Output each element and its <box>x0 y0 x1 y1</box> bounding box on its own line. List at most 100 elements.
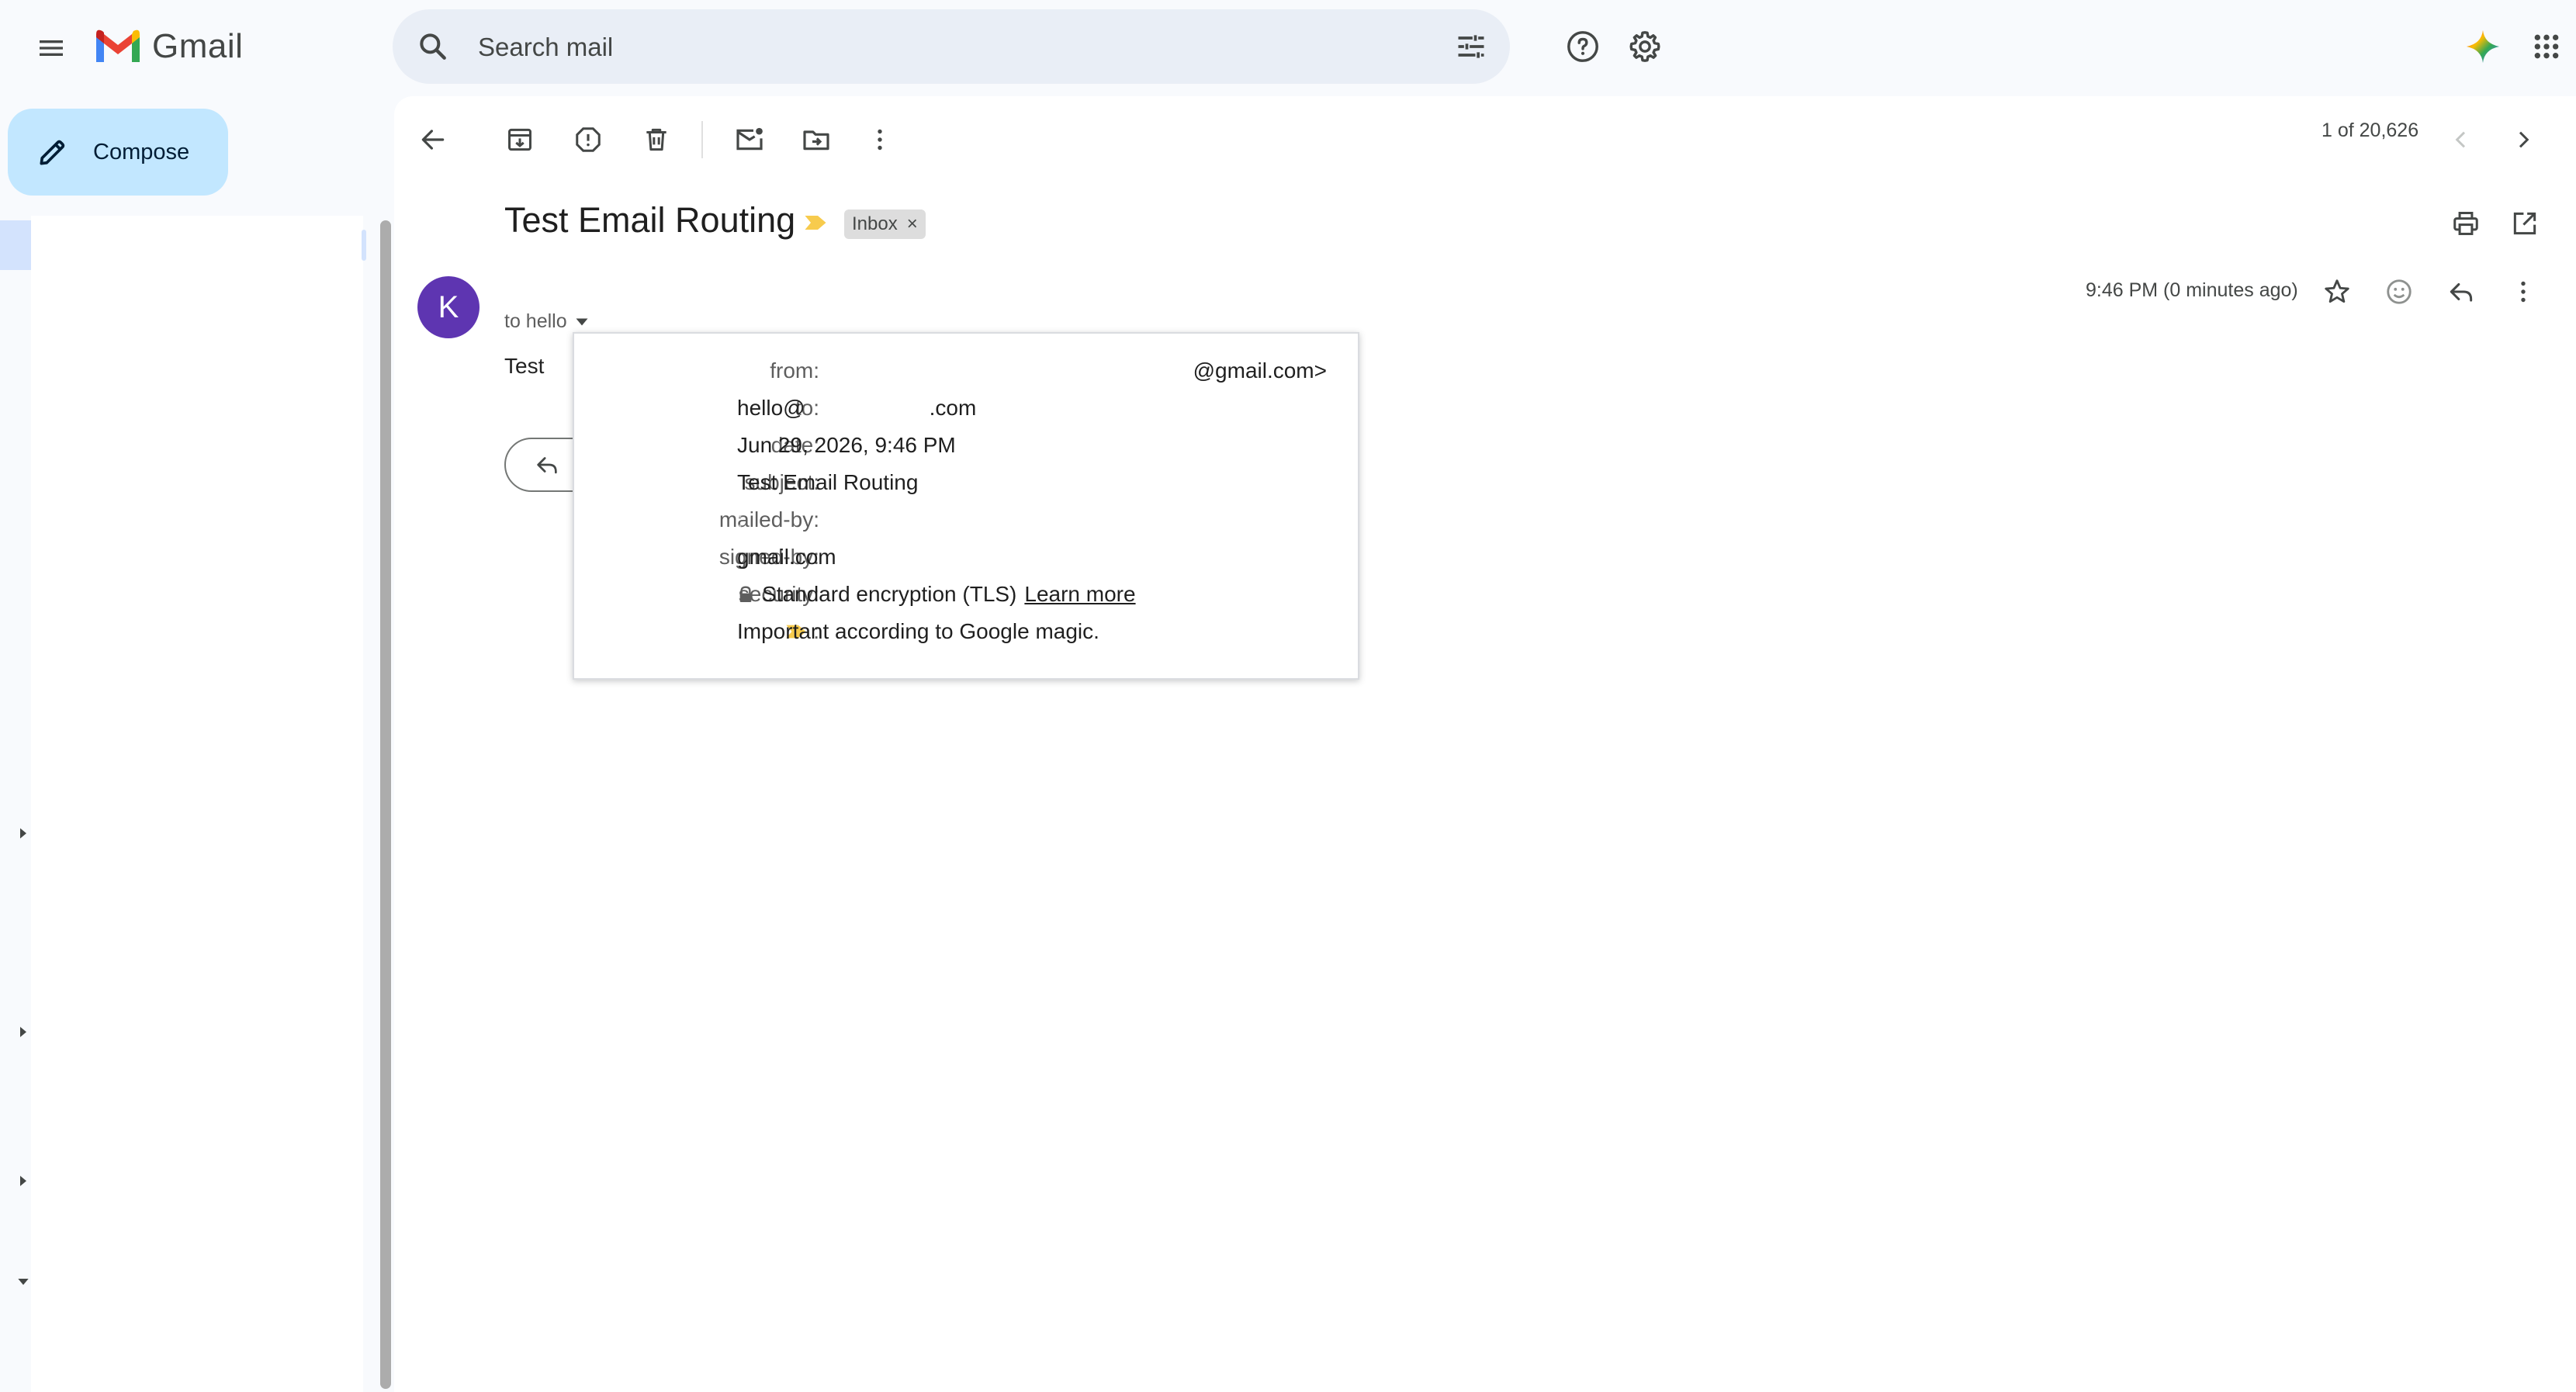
label-chip-text: Inbox <box>852 213 898 234</box>
caret-right-icon <box>20 1027 26 1037</box>
back-button[interactable] <box>408 115 458 164</box>
sidebar-active-indicator-edge <box>362 230 366 261</box>
detail-row-signed-by: signed-by: gmail.com <box>574 545 1358 579</box>
reply-icon <box>537 457 557 474</box>
detail-label-mailed-by: mailed-by: <box>718 507 819 532</box>
detail-value-to: hello@ .com <box>737 396 976 421</box>
toolbar-divider <box>701 121 703 158</box>
print-all-button[interactable] <box>2441 199 2491 248</box>
sidebar-active-indicator <box>0 220 31 270</box>
compose-label: Compose <box>93 139 190 164</box>
sidebar-expand-arrow[interactable] <box>16 826 31 841</box>
detail-row-importance: : Important according to Google magic. <box>574 619 1358 653</box>
gmail-logo[interactable]: Gmail <box>93 22 243 71</box>
detail-value-from: @gmail.com> <box>1193 358 1327 383</box>
search-input[interactable] <box>476 25 1380 70</box>
reply-button[interactable] <box>2436 267 2486 317</box>
search-icon[interactable] <box>416 29 450 64</box>
apps-grid-icon <box>2534 34 2559 59</box>
caret-down-icon[interactable] <box>575 317 589 327</box>
email-subject: Test Email Routing <box>504 200 796 240</box>
more-actions-button[interactable] <box>855 115 905 164</box>
move-to-button[interactable] <box>791 115 841 164</box>
delete-button[interactable] <box>632 115 681 164</box>
open-new-window-button[interactable] <box>2500 199 2550 248</box>
email-body: Test <box>504 354 545 378</box>
open-in-new-icon <box>2513 212 2536 235</box>
detail-label-from: from: <box>770 358 819 383</box>
arrow-back-icon <box>421 130 445 150</box>
detail-value-to-prefix: hello@ <box>737 396 805 420</box>
star-icon <box>2325 279 2349 303</box>
report-spam-button[interactable] <box>563 115 613 164</box>
compose-button[interactable]: Compose <box>8 109 228 196</box>
mark-unread-icon <box>736 127 763 151</box>
recipients-summary[interactable]: to hello <box>504 310 589 333</box>
detail-row-security: security: Standard encryption (TLS) Lear… <box>574 582 1358 616</box>
older-button[interactable] <box>2498 115 2548 164</box>
trash-icon <box>646 128 667 151</box>
newer-button[interactable] <box>2436 115 2486 164</box>
pagination-count: 1 of 20,626 <box>2322 119 2419 141</box>
caret-right-icon <box>20 828 26 839</box>
detail-value-date: Jun 29, 2026, 9:46 PM <box>737 433 956 457</box>
sender-avatar[interactable]: K <box>417 276 480 338</box>
more-vert-icon <box>878 129 882 151</box>
tune-icon[interactable] <box>1454 29 1488 64</box>
security-text: Standard encryption (TLS) <box>762 582 1017 606</box>
main-menu-button[interactable] <box>26 23 76 73</box>
detail-value-signed-by: gmail.com <box>737 545 836 569</box>
star-button[interactable] <box>2312 267 2362 317</box>
lock-icon <box>739 586 752 602</box>
help-button[interactable] <box>1558 22 1608 71</box>
sidebar-expand-arrow[interactable] <box>16 1173 31 1189</box>
move-to-folder-icon <box>803 130 829 151</box>
print-icon <box>2453 212 2478 235</box>
message-timestamp: 9:46 PM (0 minutes ago) <box>2086 279 2298 301</box>
chevron-right-icon <box>2519 131 2529 148</box>
learn-more-link[interactable]: Learn more <box>1024 582 1135 607</box>
sparkle-icon <box>2466 29 2500 64</box>
gear-icon <box>1629 31 1660 62</box>
report-spam-icon <box>576 127 601 152</box>
detail-value-to-suffix: .com <box>929 396 977 420</box>
recipients-text: to hello <box>504 310 567 332</box>
message-details-popup: from: @gmail.com> to: hello@ .com date: … <box>573 332 1359 680</box>
more-vert-icon <box>2521 281 2526 303</box>
archive-button[interactable] <box>495 115 545 164</box>
caret-down-icon <box>18 1279 29 1285</box>
search-bar[interactable] <box>393 9 1510 84</box>
label-chip-inbox[interactable]: Inbox × <box>844 209 926 239</box>
google-apps-button[interactable] <box>2522 22 2571 71</box>
emoji-icon <box>2387 279 2412 304</box>
detail-value-mailed-by: : <box>737 507 743 532</box>
gmail-wordmark: Gmail <box>152 27 244 65</box>
gemini-button[interactable] <box>2458 22 2508 71</box>
pencil-icon <box>40 140 65 165</box>
sidebar-nav-panel <box>31 216 363 1392</box>
help-icon <box>1567 31 1598 62</box>
detail-row-from: from: @gmail.com> <box>574 358 1358 393</box>
add-reaction-button[interactable] <box>2374 267 2424 317</box>
detail-row-subject: subject: Test Email Routing <box>574 470 1358 504</box>
settings-button[interactable] <box>1620 22 1670 71</box>
detail-value-subject: Test Email Routing <box>737 470 919 494</box>
sidebar-expand-arrow[interactable] <box>16 1024 31 1040</box>
archive-icon <box>508 128 531 151</box>
message-more-button[interactable] <box>2498 267 2548 317</box>
detail-row-to: to: hello@ .com <box>574 396 1358 430</box>
sidebar-collapse-arrow[interactable] <box>16 1274 31 1290</box>
chevron-left-icon <box>2455 131 2466 148</box>
detail-row-mailed-by: mailed-by: : <box>574 507 1358 542</box>
remove-label-button[interactable]: × <box>907 213 918 235</box>
detail-row-date: date: Jun 29, 2026, 9:46 PM <box>574 433 1358 467</box>
gmail-m-icon <box>96 29 140 62</box>
detail-value-importance: Important according to Google magic. <box>737 619 1099 643</box>
importance-marker-icon <box>805 216 826 230</box>
reply-icon <box>2450 282 2473 302</box>
mark-unread-button[interactable] <box>725 115 774 164</box>
sidebar-scrollbar[interactable] <box>380 220 391 1389</box>
detail-value-security: Standard encryption (TLS) Learn more <box>737 582 1136 607</box>
importance-marker[interactable] <box>804 214 827 231</box>
caret-right-icon <box>20 1176 26 1186</box>
